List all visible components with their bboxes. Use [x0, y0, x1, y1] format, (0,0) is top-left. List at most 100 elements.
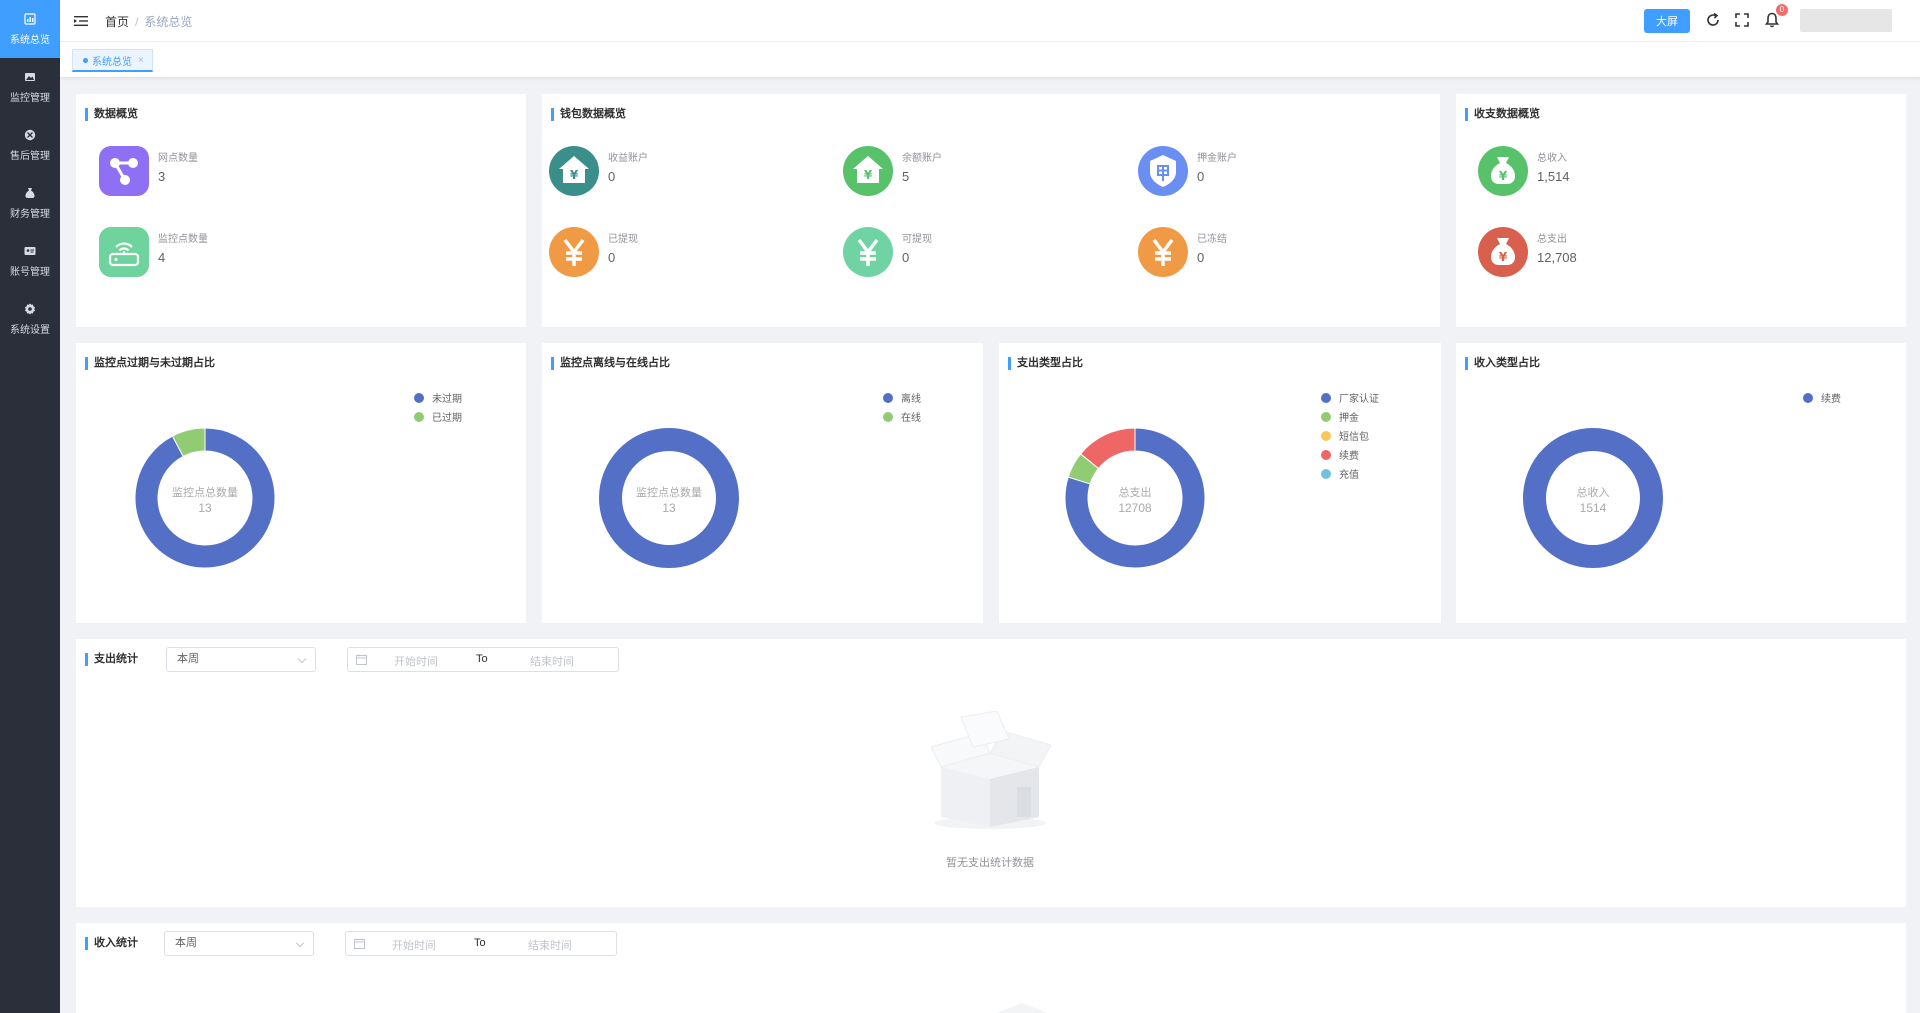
- sidebar-item-label: 系统总览: [10, 35, 50, 46]
- tab-overview[interactable]: 系统总览 ×: [72, 49, 153, 72]
- legend-item[interactable]: 充值: [1321, 464, 1379, 483]
- card-title: 数据概览: [85, 108, 138, 121]
- chevron-down-icon: [297, 654, 307, 664]
- stat-value: 0: [608, 250, 616, 265]
- range-separator: To: [476, 653, 488, 665]
- fullscreen-icon[interactable]: [1733, 11, 1751, 29]
- legend-dot: [1803, 392, 1813, 403]
- stat-frozen: 已冻结 0: [1138, 227, 1358, 283]
- legend-item[interactable]: 续费: [1321, 445, 1379, 464]
- image-icon: [23, 70, 37, 84]
- sidebar-item-label: 账号管理: [10, 267, 50, 278]
- end-date-input[interactable]: 结束时间: [530, 653, 574, 669]
- period-select[interactable]: 本周: [164, 931, 314, 956]
- legend-label: 未过期: [432, 394, 462, 405]
- legend-label: 续费: [1821, 394, 1841, 405]
- sidebar-item-aftersale[interactable]: 售后管理: [0, 116, 60, 174]
- period-select[interactable]: 本周: [166, 647, 316, 672]
- legend-item[interactable]: 押金: [1321, 407, 1379, 426]
- legend-dot: [414, 411, 424, 422]
- stat-deposit-account: 押金账户 0: [1138, 146, 1358, 202]
- refresh-icon[interactable]: [1704, 11, 1722, 29]
- chart-title: 监控点离线与在线占比: [551, 357, 670, 370]
- close-icon[interactable]: ×: [138, 55, 144, 66]
- card-title: 收支数据概览: [1465, 108, 1540, 121]
- legend-label: 充值: [1339, 470, 1359, 481]
- sidebar-item-settings[interactable]: 系统设置: [0, 290, 60, 348]
- stat-value: 4: [158, 250, 166, 265]
- stat-label: 网点数量: [158, 153, 198, 164]
- stat-total-income: ¥ 总收入 1,514: [1478, 146, 1698, 202]
- gear-icon: [23, 302, 37, 316]
- chart-title: 监控点过期与未过期占比: [85, 357, 215, 370]
- stat-value: 0: [608, 169, 616, 184]
- bigscreen-button[interactable]: 大屏: [1644, 9, 1690, 33]
- house-yuan-icon: ¥: [843, 146, 893, 196]
- range-separator: To: [474, 937, 486, 949]
- chart-title: 支出类型占比: [1008, 357, 1083, 370]
- end-date-input[interactable]: 结束时间: [528, 937, 572, 953]
- sidebar-item-finance[interactable]: 财务管理: [0, 174, 60, 232]
- sidebar-item-monitor[interactable]: 监控管理: [0, 58, 60, 116]
- donut-center-label: 监控点总数量: [172, 485, 238, 499]
- tab-label: 系统总览: [92, 56, 132, 68]
- legend-item[interactable]: 短信包: [1321, 426, 1379, 445]
- stat-value: 5: [902, 169, 910, 184]
- legend-label: 押金: [1339, 413, 1359, 424]
- data-overview-card: 数据概览 网点数量 3 监控点数量 4: [76, 94, 526, 327]
- stat-value: 0: [1197, 169, 1205, 184]
- legend-item[interactable]: 在线: [883, 407, 921, 426]
- legend-item[interactable]: 离线: [883, 388, 921, 407]
- legend-label: 厂家认证: [1339, 394, 1379, 405]
- legend-dot: [1321, 468, 1331, 479]
- svg-text:¥: ¥: [1499, 250, 1508, 264]
- donut-chart: 总支出 12708: [1064, 427, 1206, 569]
- house-yuan-icon: ¥: [549, 146, 599, 196]
- legend-label: 离线: [901, 394, 921, 405]
- start-date-input[interactable]: 开始时间: [394, 653, 438, 669]
- breadcrumb: 首页 / 系统总览: [105, 13, 192, 30]
- chart-legend: 厂家认证押金短信包 续费充值: [1321, 388, 1379, 483]
- section-title: 支出统计: [85, 653, 138, 666]
- donut-center-label: 总支出: [1119, 485, 1152, 499]
- legend-item[interactable]: 已过期: [414, 407, 462, 426]
- active-dot: [83, 57, 88, 63]
- stat-label: 监控点数量: [158, 234, 208, 245]
- start-date-input[interactable]: 开始时间: [392, 937, 436, 953]
- yuan-icon: [843, 227, 893, 277]
- empty-text: 暂无支出统计数据: [946, 857, 1034, 869]
- breadcrumb-separator: /: [135, 15, 139, 29]
- sidebar-item-label: 财务管理: [10, 209, 50, 220]
- menu-toggle-icon[interactable]: [73, 13, 89, 29]
- user-menu[interactable]: [1800, 9, 1892, 32]
- network-icon: [99, 146, 149, 196]
- legend-dot: [1321, 411, 1331, 422]
- donut-center-value: 12708: [1118, 501, 1152, 515]
- donut-center-label: 总收入: [1577, 485, 1610, 499]
- stat-income-account: ¥ 收益账户 0: [549, 146, 769, 202]
- legend-item[interactable]: 厂家认证: [1321, 388, 1379, 407]
- svg-text:¥: ¥: [1499, 169, 1508, 183]
- legend-item[interactable]: 未过期: [414, 388, 462, 407]
- router-icon: [99, 227, 149, 277]
- date-range-picker[interactable]: 开始时间 To 结束时间: [345, 931, 617, 956]
- stat-withdrawable: 可提现 0: [843, 227, 1063, 283]
- breadcrumb-home[interactable]: 首页: [105, 15, 129, 29]
- legend-item[interactable]: 续费: [1803, 388, 1841, 407]
- sidebar-item-overview[interactable]: 系统总览: [0, 0, 60, 58]
- stat-value: 0: [1197, 250, 1205, 265]
- yuan-icon: [549, 227, 599, 277]
- stat-network-count: 网点数量 3: [99, 146, 319, 202]
- sidebar-item-label: 售后管理: [10, 151, 50, 162]
- stat-value: 12,708: [1537, 250, 1577, 265]
- stat-value: 1,514: [1537, 169, 1570, 184]
- chart-icon: [23, 12, 37, 26]
- calendar-icon: [354, 938, 365, 949]
- legend-label: 已过期: [432, 413, 462, 424]
- deposit-icon: [1138, 146, 1188, 196]
- stat-label: 押金账户: [1197, 153, 1237, 164]
- expense-type-card: 支出类型占比 总支出 12708 厂家认证押金短信包 续费充值: [999, 343, 1441, 623]
- date-range-picker[interactable]: 开始时间 To 结束时间: [347, 647, 619, 672]
- sidebar-item-account[interactable]: 账号管理: [0, 232, 60, 290]
- legend-dot: [414, 392, 424, 403]
